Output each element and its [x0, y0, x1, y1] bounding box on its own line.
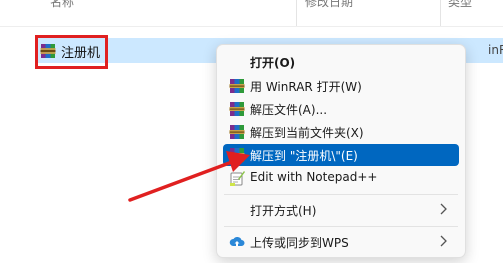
menu-item-label: 上传或同步到WPS [250, 236, 349, 250]
winrar-icon [229, 101, 245, 117]
winrar-icon [229, 78, 245, 94]
menu-item-edit-notepadpp[interactable]: Edit with Notepad++ [223, 167, 459, 189]
menu-item-open[interactable]: 打开(O) [223, 51, 459, 73]
notepadpp-icon [229, 170, 245, 186]
menu-item-label: 打开(O) [250, 56, 296, 70]
menu-item-open-with-winrar[interactable]: 用 WinRAR 打开(W) [223, 75, 459, 97]
menu-item-label: 解压文件(A)... [250, 103, 328, 117]
column-header-date[interactable]: 修改日期 [305, 0, 353, 10]
column-header-name[interactable]: 名称 [50, 0, 74, 10]
winrar-icon [229, 147, 245, 163]
winrar-icon [229, 124, 245, 140]
menu-item-open-with[interactable]: 打开方式(H) [223, 199, 459, 221]
annotation-red-box [35, 35, 108, 69]
menu-item-label: 解压到 "注册机\"(E) [250, 149, 358, 163]
menu-separator [224, 194, 458, 195]
menu-separator [224, 226, 458, 227]
menu-item-label: Edit with Notepad++ [250, 170, 378, 184]
column-divider[interactable] [440, 0, 441, 26]
column-header-type[interactable]: 类型 [448, 0, 472, 10]
cloud-upload-icon [229, 234, 245, 250]
column-divider[interactable] [296, 0, 297, 26]
column-header-bar: 名称 修改日期 类型 [0, 0, 503, 27]
menu-item-upload-wps[interactable]: 上传或同步到WPS [223, 231, 459, 253]
file-explorer-window: 名称 修改日期 类型 inRA 注册机 打开(O) [0, 0, 503, 263]
menu-item-extract-to-folder[interactable]: 解压到 "注册机\"(E) [223, 144, 459, 166]
chevron-right-icon [439, 203, 447, 218]
menu-item-extract-here[interactable]: 解压到当前文件夹(X) [223, 121, 459, 143]
menu-item-extract-files[interactable]: 解压文件(A)... [223, 98, 459, 120]
chevron-right-icon [439, 235, 447, 250]
menu-item-label: 解压到当前文件夹(X) [250, 126, 364, 140]
menu-item-label: 打开方式(H) [250, 204, 317, 218]
file-type-cell: inRA [488, 43, 503, 57]
menu-item-label: 用 WinRAR 打开(W) [250, 80, 362, 94]
context-menu: 打开(O) 用 WinRAR 打开(W) 解压文件(A)... 解压到当前文件夹… [216, 44, 466, 258]
